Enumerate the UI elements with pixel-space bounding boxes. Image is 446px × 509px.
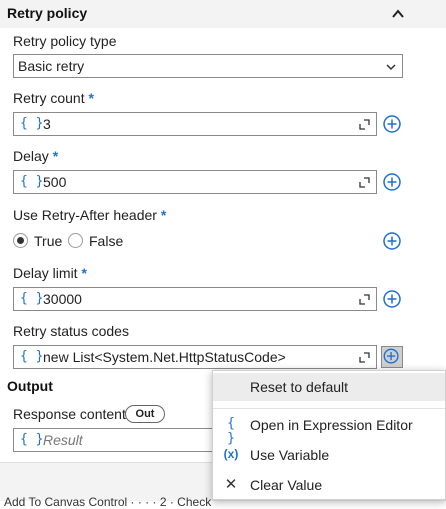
retry-policy-type-value: Basic retry (18, 58, 85, 74)
expand-icon[interactable] (359, 119, 370, 130)
close-icon: ✕ (224, 476, 238, 493)
expand-icon[interactable] (359, 352, 370, 363)
delay-label-text: Delay (13, 148, 49, 164)
menu-item-label: Open in Expression Editor (250, 417, 413, 433)
expression-icon: { } (20, 291, 44, 306)
delay-field[interactable]: { } 500 (13, 170, 377, 194)
radio-false-label[interactable]: False (89, 233, 123, 249)
delay-value: 500 (43, 174, 67, 190)
retry-policy-type-label: Retry policy type (13, 33, 117, 49)
expression-icon: { } (20, 174, 44, 189)
menu-item-use-variable[interactable]: (x) Use Variable (213, 441, 445, 469)
bottom-bar-text: Add To Canvas Control · · · · 2 · Check (4, 495, 212, 509)
retry-count-label-text: Retry count (13, 90, 85, 106)
retry-after-label-text: Use Retry-After header (13, 207, 157, 223)
menu-item-open-expression-editor[interactable]: { } Open in Expression Editor (213, 411, 445, 446)
delay-limit-value: 30000 (43, 291, 82, 307)
expression-icon: { } (20, 432, 44, 447)
plus-circle-icon (383, 232, 401, 250)
required-marker: * (81, 265, 87, 281)
menu-item-clear-value[interactable]: ✕ Clear Value (213, 471, 445, 499)
response-content-label: Response content (13, 406, 126, 422)
section-header[interactable]: Retry policy (0, 0, 446, 28)
expand-icon[interactable] (359, 294, 370, 305)
expression-icon: { } (20, 349, 44, 364)
out-badge: Out (125, 405, 165, 423)
retry-count-value: 3 (43, 116, 51, 132)
retry-after-add-button[interactable] (381, 230, 403, 252)
delay-limit-field[interactable]: { } 30000 (13, 287, 377, 311)
retry-count-field[interactable]: { } 3 (13, 112, 377, 136)
retry-status-codes-field[interactable]: { } new List<System.Net.HttpStatusCode> (13, 345, 377, 369)
required-marker: * (160, 207, 167, 223)
menu-item-label: Use Variable (250, 447, 330, 463)
variable-icon: (x) (223, 447, 239, 461)
chevron-down-icon (386, 64, 396, 71)
expression-icon: { } (227, 416, 235, 446)
retry-count-add-button[interactable] (381, 113, 403, 135)
delay-label: Delay * (13, 148, 58, 164)
menu-item-label: Clear Value (250, 477, 323, 493)
expression-icon: { } (20, 116, 44, 131)
context-menu: Reset to default { } Open in Expression … (212, 370, 446, 500)
expand-icon[interactable] (359, 177, 370, 188)
plus-circle-icon (383, 348, 399, 364)
required-marker: * (88, 90, 94, 106)
output-section-title: Output (7, 378, 53, 394)
radio-true-label[interactable]: True (34, 233, 62, 249)
delay-limit-add-button[interactable] (381, 288, 403, 310)
delay-limit-label: Delay limit * (13, 265, 87, 281)
plus-circle-icon (383, 290, 401, 308)
retry-count-label: Retry count * (13, 90, 94, 106)
retry-status-codes-label: Retry status codes (13, 323, 129, 339)
menu-separator (213, 408, 445, 409)
delay-add-button[interactable] (381, 171, 403, 193)
menu-item-label: Reset to default (250, 379, 349, 395)
required-marker: * (52, 148, 59, 164)
retry-status-codes-value: new List<System.Net.HttpStatusCode> (43, 349, 286, 365)
radio-false[interactable] (68, 233, 83, 248)
retry-after-label: Use Retry-After header * (13, 207, 166, 223)
plus-circle-icon (383, 173, 401, 191)
delay-limit-label-text: Delay limit (13, 265, 78, 281)
response-content-placeholder: Result (43, 432, 83, 448)
menu-item-reset-to-default[interactable]: Reset to default (213, 373, 445, 401)
retry-status-codes-add-button[interactable] (381, 346, 403, 368)
radio-true[interactable] (13, 233, 28, 248)
chevron-up-icon[interactable] (390, 7, 406, 21)
section-title: Retry policy (7, 5, 88, 21)
plus-circle-icon (383, 115, 401, 133)
retry-policy-type-select[interactable]: Basic retry (13, 54, 403, 78)
